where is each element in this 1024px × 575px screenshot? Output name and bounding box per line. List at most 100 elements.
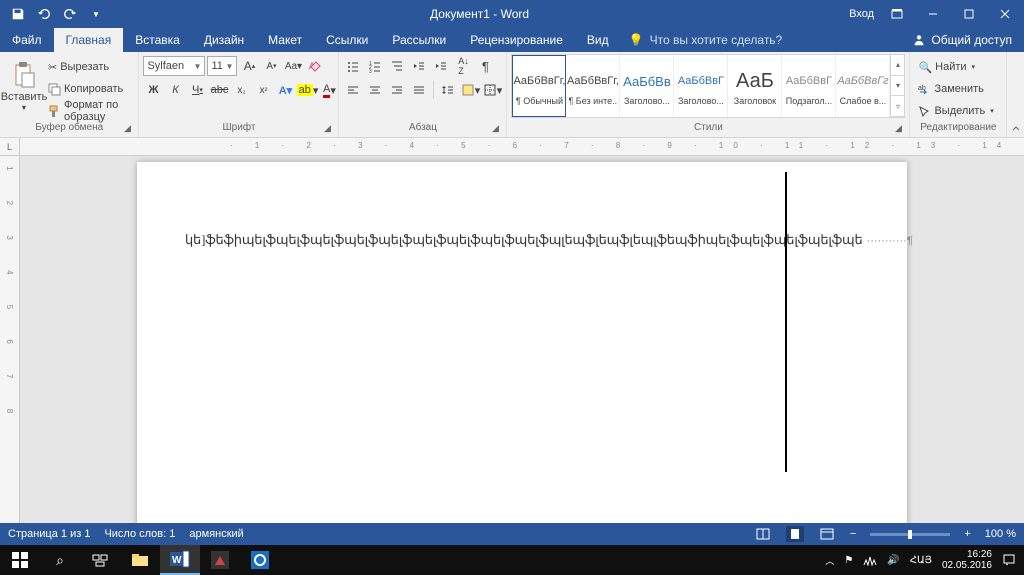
styles-launcher[interactable]: ◢	[893, 123, 903, 133]
start-button[interactable]	[0, 545, 40, 575]
tab-insert[interactable]: Вставка	[123, 28, 192, 52]
paste-button[interactable]: Вставить ▼	[4, 54, 44, 118]
language-indicator[interactable]: армянский	[189, 528, 243, 540]
signin-button[interactable]: Вход	[845, 3, 878, 25]
tab-mailings[interactable]: Рассылки	[380, 28, 458, 52]
ribbon-display-icon[interactable]	[880, 0, 914, 28]
task-view-icon[interactable]	[80, 545, 120, 575]
find-button[interactable]: 🔍Найти▾	[914, 56, 979, 78]
numbering-button[interactable]: 123	[365, 56, 385, 76]
read-mode-button[interactable]	[754, 526, 772, 542]
browser-taskbar-icon[interactable]	[240, 545, 280, 575]
bullets-button[interactable]	[343, 56, 363, 76]
borders-button[interactable]: ▾	[482, 80, 502, 100]
italic-button[interactable]: К	[165, 80, 185, 100]
align-right-button[interactable]	[387, 80, 407, 100]
word-taskbar-icon[interactable]: W	[160, 545, 200, 575]
highlight-button[interactable]: ab▾	[297, 80, 317, 100]
shading-button[interactable]: ▾	[460, 80, 480, 100]
search-taskbar-icon[interactable]: ⌕	[40, 545, 80, 575]
show-marks-button[interactable]: ¶	[475, 56, 495, 76]
vertical-ruler[interactable]: 1 2 3 4 5 6 7 8	[0, 156, 20, 523]
undo-icon[interactable]	[32, 2, 56, 26]
share-button[interactable]: Общий доступ	[900, 28, 1024, 52]
replace-button[interactable]: abЗаменить	[914, 78, 987, 100]
zoom-slider[interactable]	[870, 533, 950, 536]
zoom-out-button[interactable]: −	[850, 528, 856, 540]
tray-flag-icon[interactable]: ⚑	[844, 555, 853, 566]
tray-volume-icon[interactable]: 🔊	[887, 555, 899, 566]
tab-view[interactable]: Вид	[575, 28, 621, 52]
style-subtle[interactable]: АаБбВвГгСлабое в...	[836, 55, 890, 117]
document-text[interactable]: կե]ֆեֆիպելֆպելֆպելֆպելֆպելֆպելֆպելֆպելֆպ…	[185, 232, 863, 247]
collapse-ribbon-button[interactable]	[1007, 52, 1024, 137]
justify-button[interactable]	[409, 80, 429, 100]
word-count[interactable]: Число слов: 1	[104, 528, 175, 540]
font-size-combo[interactable]: 11▼	[207, 56, 237, 76]
document-viewport[interactable]: կե]ֆեֆիպելֆպելֆպելֆպելֆպելֆպելֆպելֆպելֆպ…	[20, 156, 1024, 523]
strikethrough-button[interactable]: abc	[209, 80, 229, 100]
zoom-level[interactable]: 100 %	[985, 528, 1016, 540]
decrease-indent-button[interactable]	[409, 56, 429, 76]
tray-chevron-icon[interactable]: ︿	[825, 554, 834, 567]
tab-file[interactable]: Файл	[0, 28, 54, 52]
align-center-button[interactable]	[365, 80, 385, 100]
line-spacing-button[interactable]	[438, 80, 458, 100]
tab-home[interactable]: Главная	[54, 28, 124, 52]
style-heading1[interactable]: АаБбВвЗаголово...	[620, 55, 674, 117]
redo-icon[interactable]	[58, 2, 82, 26]
page[interactable]: կե]ֆեֆիպելֆպելֆպելֆպելֆպելֆպելֆպելֆպելֆպ…	[137, 162, 907, 523]
change-case-button[interactable]: Aa▾	[283, 56, 303, 76]
font-launcher[interactable]: ◢	[322, 123, 332, 133]
underline-button[interactable]: Ч▾	[187, 80, 207, 100]
font-name-combo[interactable]: Sylfaen▼	[143, 56, 205, 76]
clipboard-launcher[interactable]: ◢	[122, 123, 132, 133]
action-center-icon[interactable]	[1002, 553, 1016, 567]
sort-button[interactable]: A↓Z	[453, 56, 473, 76]
close-button[interactable]	[988, 0, 1022, 28]
bold-button[interactable]: Ж	[143, 80, 163, 100]
tray-clock[interactable]: 16:26 02.05.2016	[942, 549, 992, 571]
qat-customize-icon[interactable]: ▼	[84, 2, 108, 26]
share-icon	[912, 33, 926, 47]
styles-gallery[interactable]: АаБбВвГг,¶ Обычный АаБбВвГг,¶ Без инте..…	[511, 54, 905, 118]
style-subtitle[interactable]: АаБбВвГПодзагол...	[782, 55, 836, 117]
tab-review[interactable]: Рецензирование	[458, 28, 575, 52]
select-button[interactable]: Выделить▾	[914, 100, 997, 122]
superscript-button[interactable]: x²	[253, 80, 273, 100]
clear-format-button[interactable]: A	[305, 56, 325, 76]
shrink-font-button[interactable]: A▾	[261, 56, 281, 76]
tab-references[interactable]: Ссылки	[314, 28, 380, 52]
app2-taskbar-icon[interactable]	[200, 545, 240, 575]
style-title[interactable]: АаБЗаголовок	[728, 55, 782, 117]
minimize-button[interactable]	[916, 0, 950, 28]
print-layout-button[interactable]	[786, 526, 804, 542]
tab-layout[interactable]: Макет	[256, 28, 314, 52]
zoom-in-button[interactable]: +	[964, 528, 970, 540]
tray-keyboard-layout[interactable]: ՀԱՅ	[910, 555, 932, 566]
copy-button[interactable]: Копировать	[44, 78, 134, 100]
tab-design[interactable]: Дизайн	[192, 28, 256, 52]
style-heading2[interactable]: АаБбВвГЗаголово...	[674, 55, 728, 117]
tell-me-search[interactable]: 💡 Что вы хотите сделать?	[629, 28, 783, 52]
horizontal-ruler[interactable]: · 1 · 2 · 3 · 4 · 5 · 6 · 7 · 8 · 9 · 10…	[20, 138, 1024, 156]
page-indicator[interactable]: Страница 1 из 1	[8, 528, 90, 540]
text-effects-button[interactable]: A▾	[275, 80, 295, 100]
font-color-button[interactable]: A▾	[319, 80, 339, 100]
paragraph-launcher[interactable]: ◢	[490, 123, 500, 133]
save-icon[interactable]	[6, 2, 30, 26]
web-layout-button[interactable]	[818, 526, 836, 542]
gallery-scroll[interactable]: ▴▾▿	[890, 55, 904, 117]
explorer-taskbar-icon[interactable]	[120, 545, 160, 575]
format-painter-button[interactable]: Формат по образцу	[44, 100, 134, 122]
cut-button[interactable]: ✂Вырезать	[44, 56, 134, 78]
style-normal[interactable]: АаБбВвГг,¶ Обычный	[512, 55, 566, 117]
grow-font-button[interactable]: A▴	[239, 56, 259, 76]
increase-indent-button[interactable]	[431, 56, 451, 76]
subscript-button[interactable]: x₂	[231, 80, 251, 100]
tray-wifi-icon[interactable]	[863, 554, 877, 566]
maximize-button[interactable]	[952, 0, 986, 28]
align-left-button[interactable]	[343, 80, 363, 100]
style-no-spacing[interactable]: АаБбВвГг,¶ Без инте...	[566, 55, 620, 117]
multilevel-list-button[interactable]	[387, 56, 407, 76]
